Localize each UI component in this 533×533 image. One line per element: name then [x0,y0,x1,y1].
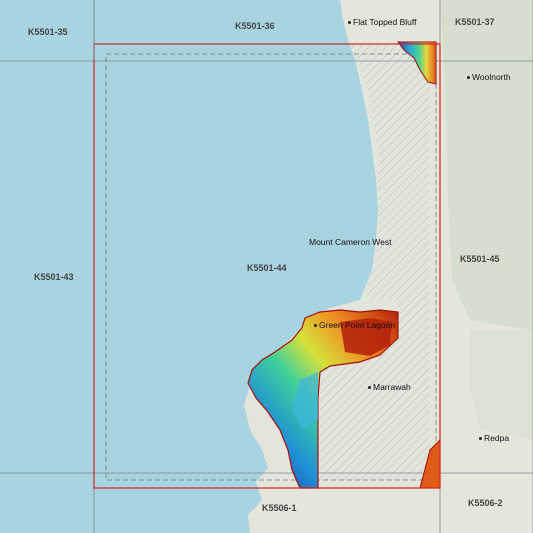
grid-label-k5506-1: K5506-1 [262,503,297,513]
place-label: Flat Topped Bluff [353,17,417,27]
grid-label-k5501-36: K5501-36 [235,21,275,31]
vegetation-area [440,0,533,330]
vegetation-area [470,330,533,440]
place-label: Woolnorth [472,72,511,82]
place-redpa: Redpa [479,433,509,443]
place-marker [479,437,482,441]
place-label: Mount Cameron West [309,237,392,247]
grid-label-k5506-2: K5506-2 [468,498,503,508]
place-label: Redpa [484,433,510,443]
place-label: Green Point Lagoon [319,320,396,330]
place-green-point-lagoon: Green Point Lagoon [314,320,395,330]
place-marker [368,386,371,390]
grid-label-k5501-37: K5501-37 [455,17,495,27]
grid-label-k5501-45: K5501-45 [460,254,500,264]
place-woolnorth: Woolnorth [467,72,511,82]
place-marker [348,21,351,25]
grid-label-k5501-43: K5501-43 [34,272,74,282]
grid-label-k5501-35: K5501-35 [28,27,68,37]
place-marker [314,324,317,328]
place-mount-cameron-west: Mount Cameron West [309,237,392,247]
place-label: Marrawah [373,382,411,392]
place-marker [467,76,470,80]
place-marrawah: Marrawah [368,382,411,392]
grid-label-k5501-44: K5501-44 [247,263,287,273]
place-flat-topped-bluff: Flat Topped Bluff [348,17,416,27]
